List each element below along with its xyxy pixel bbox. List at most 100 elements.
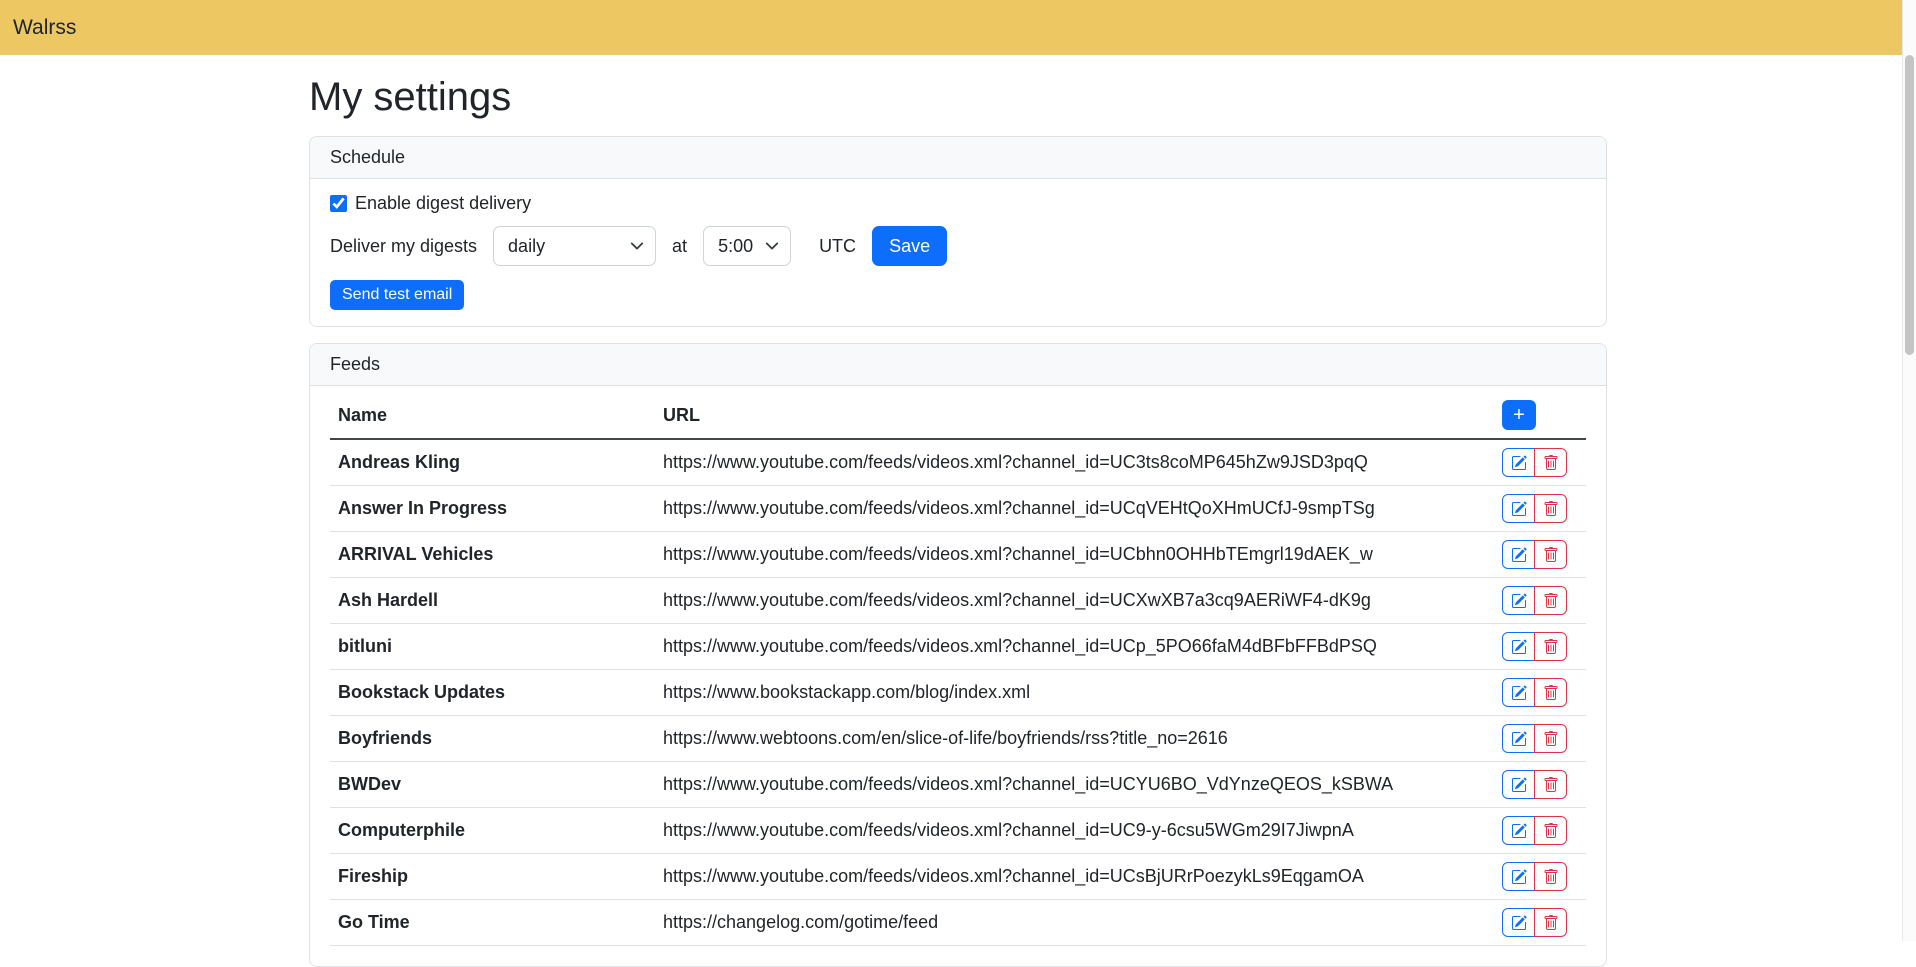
feed-url: https://www.youtube.com/feeds/videos.xml… [655, 532, 1494, 578]
delete-feed-button[interactable] [1534, 586, 1567, 615]
app-brand[interactable]: Walrss [13, 16, 76, 40]
feed-url: https://www.youtube.com/feeds/videos.xml… [655, 854, 1494, 900]
page-title: My settings [309, 73, 1607, 121]
add-feed-button[interactable]: + [1502, 400, 1536, 430]
edit-feed-button[interactable] [1502, 494, 1535, 523]
timezone-label: UTC [819, 236, 856, 257]
table-row: Computerphile https://www.youtube.com/fe… [330, 808, 1586, 854]
pencil-square-icon [1511, 593, 1527, 609]
table-row: Fireship https://www.youtube.com/feeds/v… [330, 854, 1586, 900]
table-row: Boyfriends https://www.webtoons.com/en/s… [330, 716, 1586, 762]
main-container: My settings Schedule Enable digest deliv… [309, 55, 1607, 967]
column-header-actions: + [1494, 392, 1586, 439]
delete-feed-button[interactable] [1534, 816, 1567, 845]
scrollbar-thumb[interactable] [1905, 55, 1914, 355]
row-actions [1502, 908, 1567, 937]
table-row: BWDev https://www.youtube.com/feeds/vide… [330, 762, 1586, 808]
schedule-card: Schedule Enable digest delivery Deliver … [309, 136, 1607, 327]
schedule-card-header: Schedule [310, 137, 1606, 179]
trash-icon [1543, 823, 1559, 839]
enable-digest-checkbox[interactable] [330, 195, 347, 212]
feed-name: Go Time [330, 900, 655, 946]
feed-name: bitluni [330, 624, 655, 670]
feed-url: https://www.youtube.com/feeds/videos.xml… [655, 762, 1494, 808]
row-actions [1502, 678, 1567, 707]
feed-url: https://changelog.com/gotime/feed [655, 900, 1494, 946]
delete-feed-button[interactable] [1534, 632, 1567, 661]
edit-feed-button[interactable] [1502, 770, 1535, 799]
table-row: Go Time https://changelog.com/gotime/fee… [330, 900, 1586, 946]
trash-icon [1543, 455, 1559, 471]
schedule-card-body: Enable digest delivery Deliver my digest… [310, 179, 1606, 326]
edit-feed-button[interactable] [1502, 862, 1535, 891]
feed-name: Computerphile [330, 808, 655, 854]
send-test-email-button[interactable]: Send test email [330, 280, 464, 310]
trash-icon [1543, 501, 1559, 517]
trash-icon [1543, 639, 1559, 655]
feed-url: https://www.youtube.com/feeds/videos.xml… [655, 808, 1494, 854]
edit-feed-button[interactable] [1502, 632, 1535, 661]
pencil-square-icon [1511, 455, 1527, 471]
row-actions [1502, 770, 1567, 799]
time-select[interactable]: 5:00 [703, 226, 791, 266]
feed-url: https://www.youtube.com/feeds/videos.xml… [655, 624, 1494, 670]
delete-feed-button[interactable] [1534, 540, 1567, 569]
row-actions [1502, 586, 1567, 615]
table-row: Answer In Progress https://www.youtube.c… [330, 486, 1586, 532]
scrollbar[interactable] [1902, 0, 1916, 941]
table-row: Andreas Kling https://www.youtube.com/fe… [330, 439, 1586, 486]
delete-feed-button[interactable] [1534, 494, 1567, 523]
column-header-url: URL [655, 392, 1494, 439]
pencil-square-icon [1511, 823, 1527, 839]
feed-name: Boyfriends [330, 716, 655, 762]
edit-feed-button[interactable] [1502, 586, 1535, 615]
delete-feed-button[interactable] [1534, 678, 1567, 707]
feeds-card-body: Name URL + Andreas Kling https://www.you… [310, 386, 1606, 966]
delete-feed-button[interactable] [1534, 770, 1567, 799]
table-row: Bookstack Updates https://www.bookstacka… [330, 670, 1586, 716]
save-button[interactable]: Save [872, 226, 947, 266]
pencil-square-icon [1511, 685, 1527, 701]
delete-feed-button[interactable] [1534, 862, 1567, 891]
feed-name: ARRIVAL Vehicles [330, 532, 655, 578]
feed-url: https://www.youtube.com/feeds/videos.xml… [655, 486, 1494, 532]
pencil-square-icon [1511, 915, 1527, 931]
row-actions [1502, 632, 1567, 661]
delivery-controls-row: Deliver my digests daily at 5:00 [330, 226, 1586, 266]
row-actions [1502, 724, 1567, 753]
at-label: at [672, 236, 687, 257]
column-header-name: Name [330, 392, 655, 439]
feeds-card: Feeds Name URL + Andreas Kl [309, 343, 1607, 967]
frequency-select[interactable]: daily [493, 226, 656, 266]
deliver-label: Deliver my digests [330, 236, 477, 257]
delete-feed-button[interactable] [1534, 724, 1567, 753]
feed-name: Answer In Progress [330, 486, 655, 532]
feed-url: https://www.bookstackapp.com/blog/index.… [655, 670, 1494, 716]
trash-icon [1543, 731, 1559, 747]
pencil-square-icon [1511, 777, 1527, 793]
edit-feed-button[interactable] [1502, 448, 1535, 477]
table-row: ARRIVAL Vehicles https://www.youtube.com… [330, 532, 1586, 578]
trash-icon [1543, 915, 1559, 931]
delete-feed-button[interactable] [1534, 908, 1567, 937]
edit-feed-button[interactable] [1502, 540, 1535, 569]
feed-name: Fireship [330, 854, 655, 900]
feed-url: https://www.youtube.com/feeds/videos.xml… [655, 439, 1494, 486]
feed-name: Bookstack Updates [330, 670, 655, 716]
edit-feed-button[interactable] [1502, 678, 1535, 707]
feed-name: Andreas Kling [330, 439, 655, 486]
feed-name: Ash Hardell [330, 578, 655, 624]
trash-icon [1543, 869, 1559, 885]
trash-icon [1543, 593, 1559, 609]
feed-url: https://www.webtoons.com/en/slice-of-lif… [655, 716, 1494, 762]
row-actions [1502, 816, 1567, 845]
delete-feed-button[interactable] [1534, 448, 1567, 477]
edit-feed-button[interactable] [1502, 816, 1535, 845]
edit-feed-button[interactable] [1502, 724, 1535, 753]
feed-url: https://www.youtube.com/feeds/videos.xml… [655, 578, 1494, 624]
edit-feed-button[interactable] [1502, 908, 1535, 937]
row-actions [1502, 448, 1567, 477]
enable-digest-row: Enable digest delivery [330, 193, 1586, 214]
table-row: bitluni https://www.youtube.com/feeds/vi… [330, 624, 1586, 670]
enable-digest-label[interactable]: Enable digest delivery [355, 193, 531, 214]
